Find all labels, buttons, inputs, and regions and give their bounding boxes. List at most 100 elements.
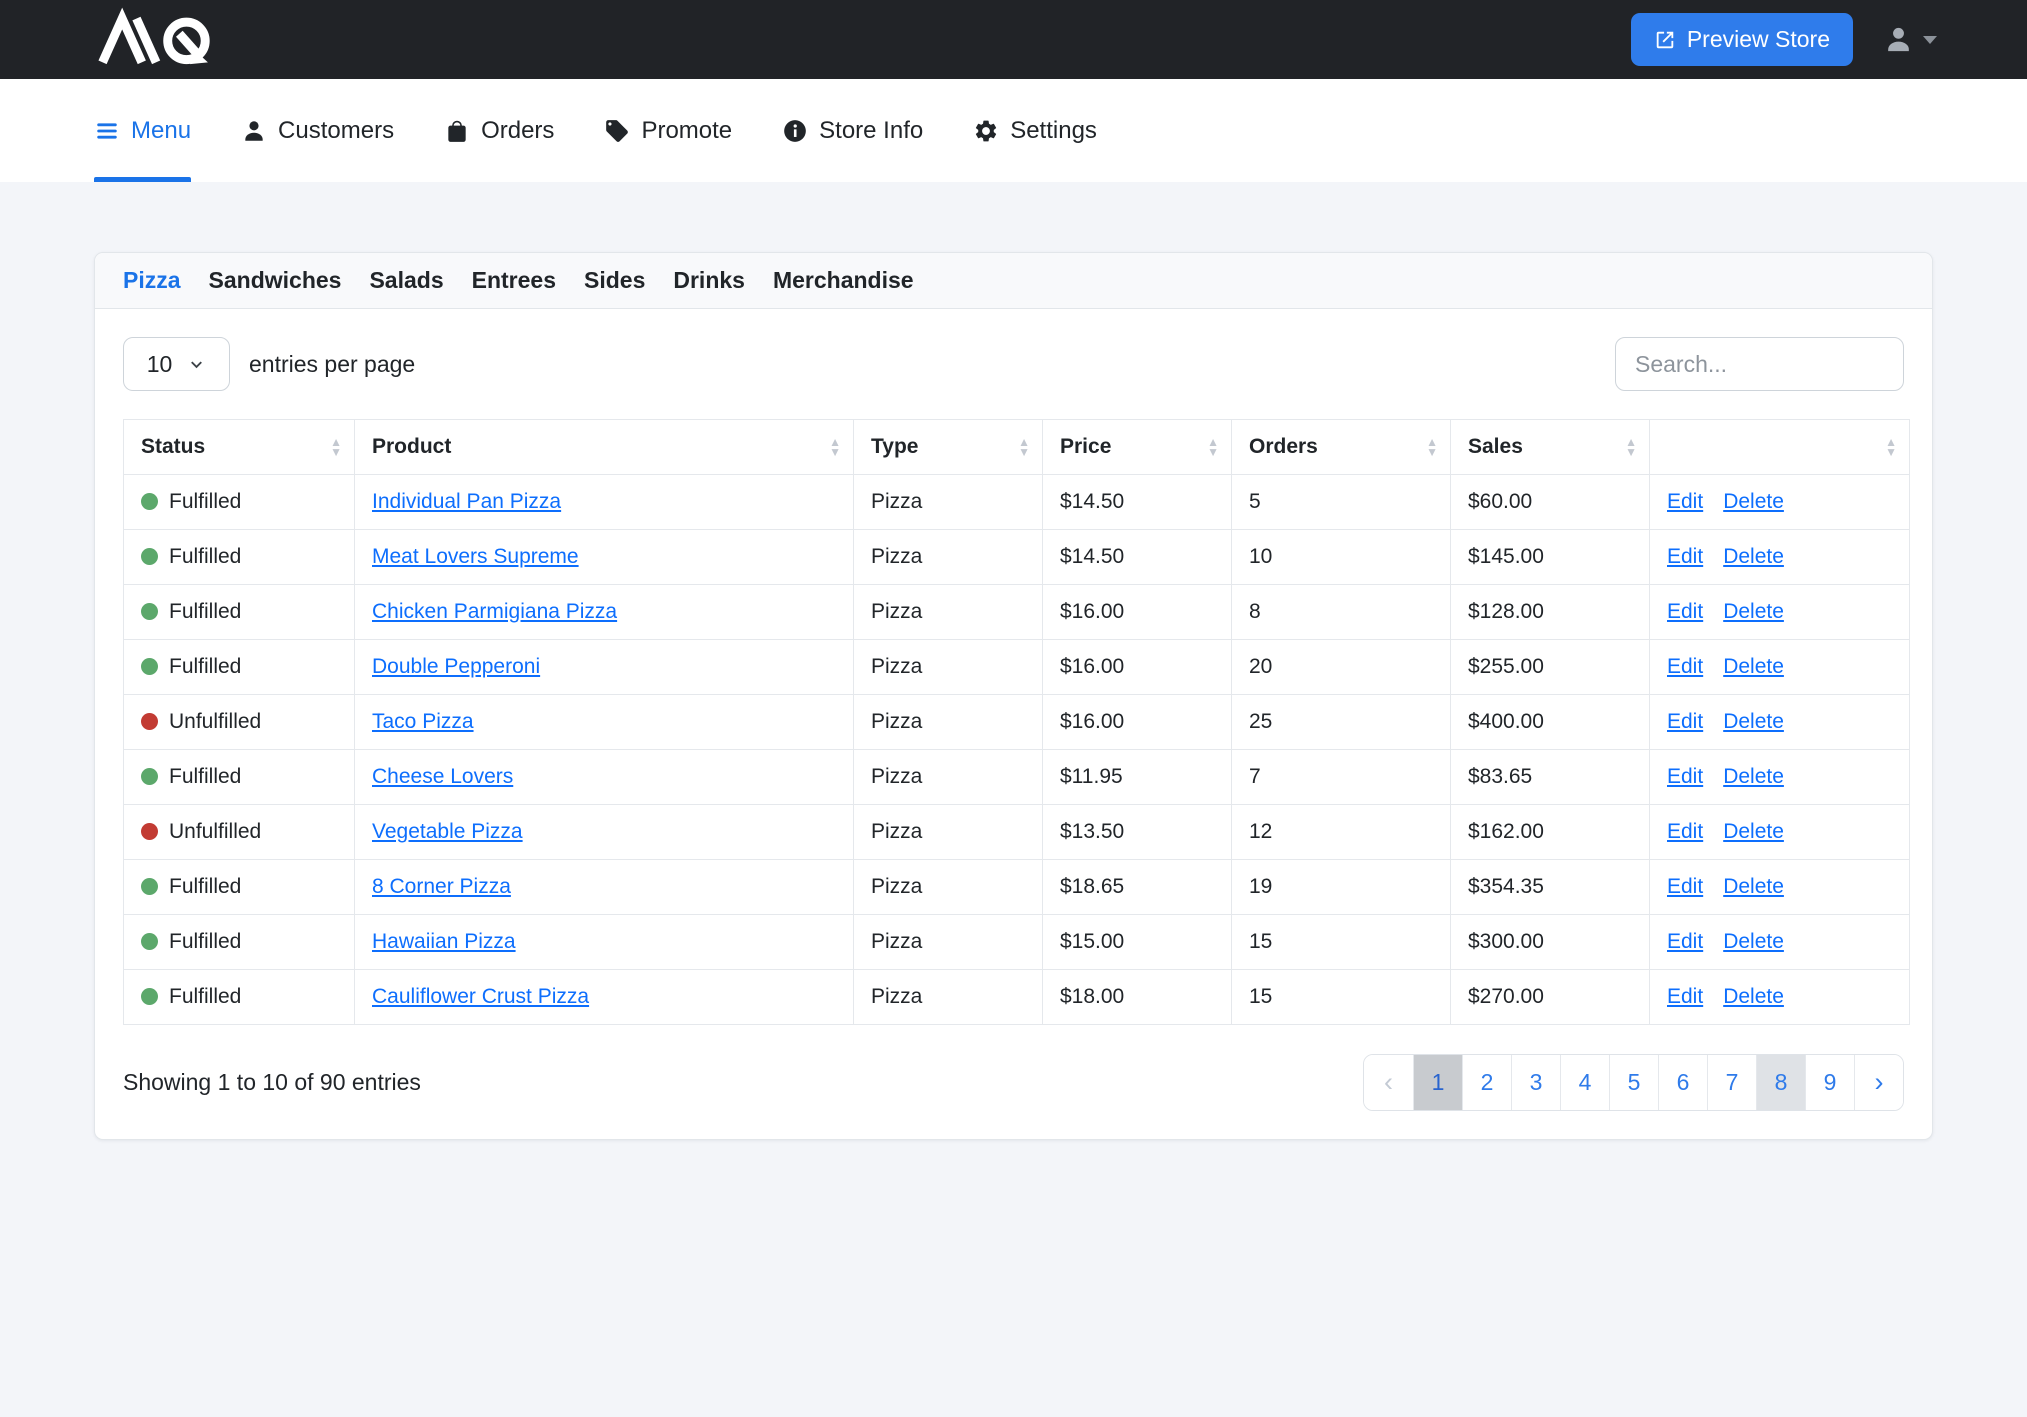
- product-link[interactable]: Cauliflower Crust Pizza: [372, 985, 589, 1008]
- main-nav: Menu Customers Orders Promote Store Info Sett…: [0, 79, 2027, 182]
- orders-cell: 15: [1232, 915, 1451, 970]
- column-header-orders[interactable]: Orders ▲▼: [1232, 420, 1451, 475]
- delete-link[interactable]: Delete: [1723, 545, 1784, 568]
- column-header-sales[interactable]: Sales▲▼: [1451, 420, 1650, 475]
- actions-cell: Edit Delete: [1650, 475, 1910, 530]
- edit-link[interactable]: Edit: [1667, 985, 1703, 1008]
- delete-link[interactable]: Delete: [1723, 710, 1784, 733]
- pagination-page-6[interactable]: 6: [1658, 1055, 1707, 1110]
- sort-icon[interactable]: ▲▼: [1018, 437, 1030, 457]
- account-menu-button[interactable]: [1883, 24, 1937, 55]
- nav-item-label: Settings: [1010, 117, 1097, 145]
- status-dot-icon: [141, 768, 158, 785]
- status-text: Unfulfilled: [169, 820, 261, 843]
- edit-link[interactable]: Edit: [1667, 545, 1703, 568]
- column-header-status[interactable]: Status▲▼: [124, 420, 355, 475]
- table-row: FulfilledCheese LoversPizza$11.957$83.65…: [124, 750, 1910, 805]
- delete-link[interactable]: Delete: [1723, 600, 1784, 623]
- nav-item-menu[interactable]: Menu: [94, 79, 191, 182]
- product-link[interactable]: Taco Pizza: [372, 710, 474, 733]
- pagination-page-3[interactable]: 3: [1511, 1055, 1560, 1110]
- column-header-type[interactable]: Type▲▼: [854, 420, 1043, 475]
- sales-cell: $354.35: [1451, 860, 1650, 915]
- column-header-price[interactable]: Price▲▼: [1043, 420, 1232, 475]
- status-dot-icon: [141, 493, 158, 510]
- store-logo[interactable]: [90, 14, 224, 66]
- edit-link[interactable]: Edit: [1667, 655, 1703, 678]
- preview-store-button[interactable]: Preview Store: [1631, 13, 1853, 66]
- entries-per-page-label: entries per page: [249, 351, 415, 378]
- pagination-page-5[interactable]: 5: [1609, 1055, 1658, 1110]
- sort-icon[interactable]: ▲▼: [1426, 437, 1438, 457]
- edit-link[interactable]: Edit: [1667, 710, 1703, 733]
- product-link[interactable]: Double Pepperoni: [372, 655, 540, 678]
- nav-item-promote[interactable]: Promote: [604, 79, 732, 182]
- product-link[interactable]: Chicken Parmigiana Pizza: [372, 600, 617, 623]
- actions-cell: Edit Delete: [1650, 805, 1910, 860]
- nav-item-label: Orders: [481, 117, 554, 145]
- pagination-page-9[interactable]: 9: [1805, 1055, 1854, 1110]
- tab-pizza[interactable]: Pizza: [123, 267, 181, 294]
- pagination-prev-button[interactable]: ‹: [1364, 1055, 1413, 1110]
- delete-link[interactable]: Delete: [1723, 820, 1784, 843]
- product-link[interactable]: Cheese Lovers: [372, 765, 513, 788]
- nav-item-customers[interactable]: Customers: [241, 79, 394, 182]
- delete-link[interactable]: Delete: [1723, 985, 1784, 1008]
- price-cell: $16.00: [1043, 695, 1232, 750]
- product-link[interactable]: Hawaiian Pizza: [372, 930, 516, 953]
- sort-icon[interactable]: ▲▼: [1625, 437, 1637, 457]
- table-row: Fulfilled8 Corner PizzaPizza$18.6519$354…: [124, 860, 1910, 915]
- type-cell: Pizza: [854, 915, 1043, 970]
- pagination-page-4[interactable]: 4: [1560, 1055, 1609, 1110]
- pagination-page-8[interactable]: 8: [1756, 1055, 1805, 1110]
- entries-per-page-value: 10: [147, 351, 173, 378]
- delete-link[interactable]: Delete: [1723, 875, 1784, 898]
- edit-link[interactable]: Edit: [1667, 490, 1703, 513]
- sort-icon[interactable]: ▲▼: [829, 437, 841, 457]
- delete-link[interactable]: Delete: [1723, 655, 1784, 678]
- column-header-product[interactable]: Product▲▼: [355, 420, 854, 475]
- delete-link[interactable]: Delete: [1723, 765, 1784, 788]
- product-link[interactable]: Meat Lovers Supreme: [372, 545, 579, 568]
- product-link[interactable]: Individual Pan Pizza: [372, 490, 561, 513]
- type-cell: Pizza: [854, 750, 1043, 805]
- edit-link[interactable]: Edit: [1667, 875, 1703, 898]
- type-cell: Pizza: [854, 530, 1043, 585]
- sort-icon[interactable]: ▲▼: [330, 437, 342, 457]
- column-header-blank[interactable]: ▲▼: [1650, 420, 1910, 475]
- table-row: FulfilledDouble PepperoniPizza$16.0020$2…: [124, 640, 1910, 695]
- edit-link[interactable]: Edit: [1667, 600, 1703, 623]
- edit-link[interactable]: Edit: [1667, 765, 1703, 788]
- type-cell: Pizza: [854, 475, 1043, 530]
- pagination-page-7[interactable]: 7: [1707, 1055, 1756, 1110]
- type-cell: Pizza: [854, 695, 1043, 750]
- pagination-next-button[interactable]: ›: [1854, 1055, 1903, 1110]
- sort-icon[interactable]: ▲▼: [1885, 437, 1897, 457]
- entries-per-page-select[interactable]: 10: [123, 337, 230, 391]
- nav-item-orders[interactable]: Orders: [444, 79, 554, 182]
- product-link[interactable]: Vegetable Pizza: [372, 820, 523, 843]
- tab-salads[interactable]: Salads: [369, 267, 443, 294]
- status-cell: Fulfilled: [124, 860, 355, 915]
- tab-sandwiches[interactable]: Sandwiches: [209, 267, 342, 294]
- nav-item-settings[interactable]: Settings: [973, 79, 1097, 182]
- sort-icon[interactable]: ▲▼: [1207, 437, 1219, 457]
- delete-link[interactable]: Delete: [1723, 490, 1784, 513]
- pagination-page-2[interactable]: 2: [1462, 1055, 1511, 1110]
- tab-drinks[interactable]: Drinks: [673, 267, 745, 294]
- actions-cell: Edit Delete: [1650, 915, 1910, 970]
- account-caret-icon: [1923, 36, 1937, 44]
- tab-entrees[interactable]: Entrees: [472, 267, 556, 294]
- edit-link[interactable]: Edit: [1667, 930, 1703, 953]
- preview-store-label: Preview Store: [1687, 26, 1830, 53]
- edit-link[interactable]: Edit: [1667, 820, 1703, 843]
- pagination-page-1[interactable]: 1: [1413, 1055, 1462, 1110]
- search-input[interactable]: [1615, 337, 1904, 391]
- tab-merchandise[interactable]: Merchandise: [773, 267, 914, 294]
- product-link[interactable]: 8 Corner Pizza: [372, 875, 511, 898]
- delete-link[interactable]: Delete: [1723, 930, 1784, 953]
- nav-item-store-info[interactable]: Store Info: [782, 79, 923, 182]
- table-row: FulfilledMeat Lovers SupremePizza$14.501…: [124, 530, 1910, 585]
- tab-sides[interactable]: Sides: [584, 267, 645, 294]
- column-label: Orders: [1249, 435, 1318, 458]
